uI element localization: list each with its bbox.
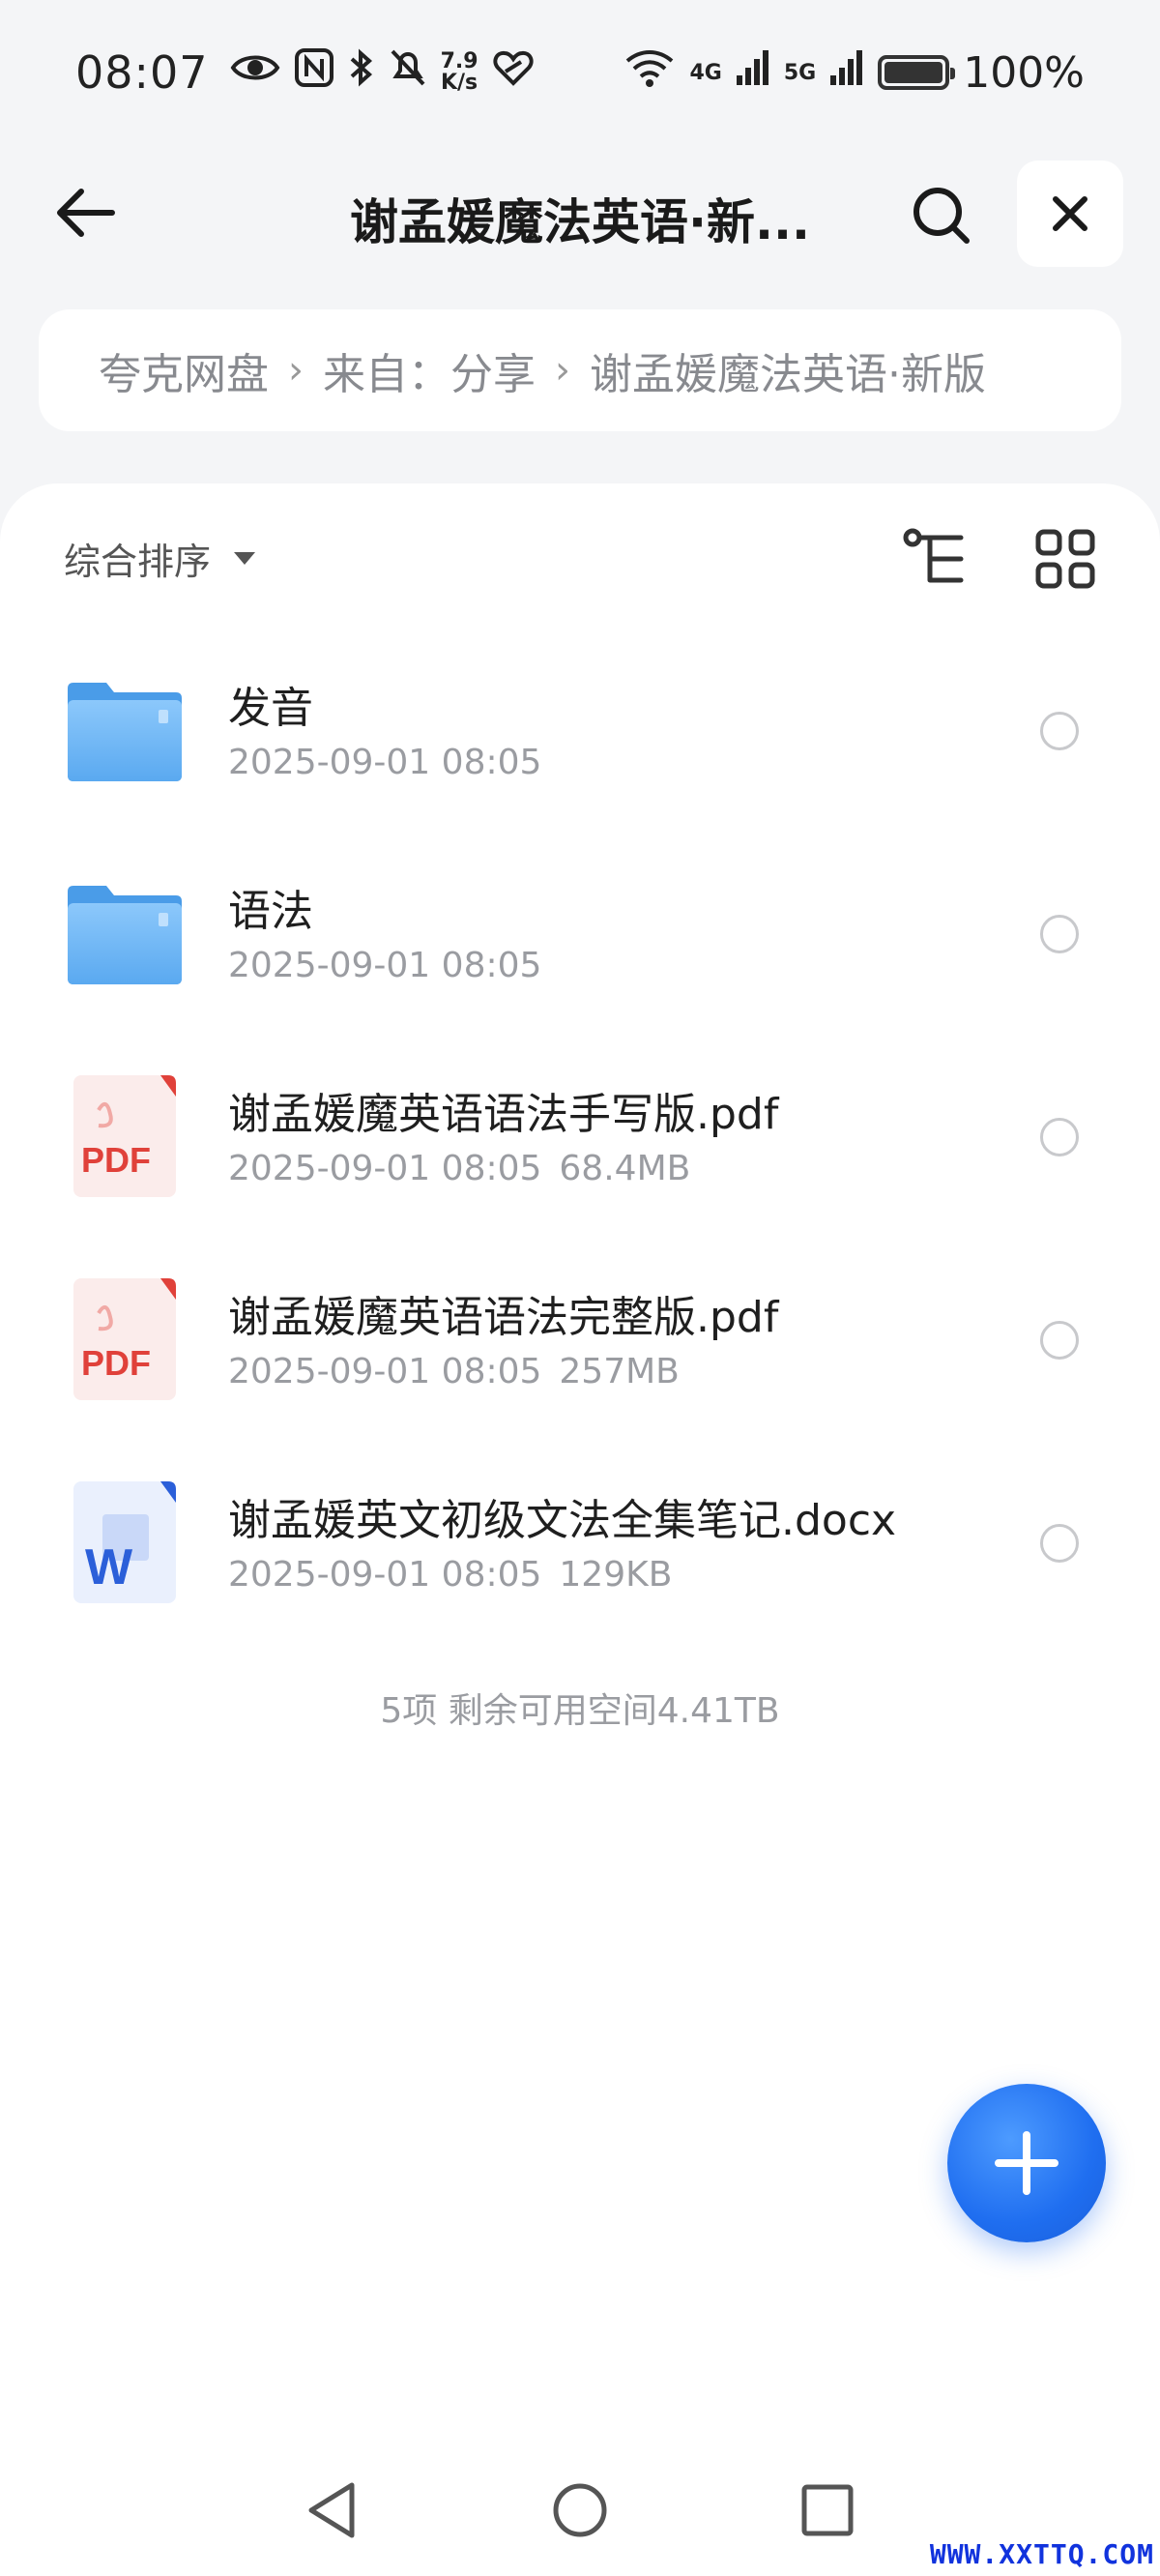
file-meta: 2025-09-01 08:05 257MB — [228, 1352, 680, 1391]
list-item[interactable]: W 谢孟媛英文初级文法全集笔记.docx 2025-09-01 08:05 12… — [0, 1441, 1160, 1644]
wifi-icon — [624, 47, 676, 99]
arrow-left-icon — [57, 189, 115, 237]
list-item[interactable]: PDF 谢孟媛魔英语语法完整版.pdf 2025-09-01 08:05 257… — [0, 1238, 1160, 1441]
grid-icon — [1035, 529, 1095, 589]
file-meta: 2025-09-01 08:05 68.4MB — [228, 1149, 690, 1188]
select-checkbox[interactable] — [1040, 1321, 1079, 1360]
breadcrumb: 夸克网盘 › 来自：分享 › 谢孟媛魔法英语·新版 — [39, 309, 1121, 431]
breadcrumb-item-share[interactable]: 来自：分享 — [323, 339, 536, 401]
file-name: 发音 — [228, 684, 313, 733]
breadcrumb-separator: › — [555, 348, 570, 393]
sort-button[interactable]: 综合排序 — [64, 532, 256, 584]
triangle-back-icon — [308, 2482, 355, 2538]
file-panel: 综合排序 发音 2025-09-01 08:05 语法 2025-09-01 0… — [0, 483, 1160, 2576]
file-date: 2025-09-01 08:05 — [228, 1149, 542, 1188]
watermark-text: WWW.XXTTQ.COM — [929, 2538, 1154, 2570]
nav-recents-button[interactable] — [798, 2479, 856, 2541]
nav-back-button[interactable] — [304, 2479, 362, 2541]
nfc-icon — [294, 47, 334, 99]
file-name: 语法 — [228, 887, 313, 936]
battery-percent: 100% — [963, 47, 1085, 98]
network-4g-label: 4G — [689, 60, 722, 85]
speed-unit: K/s — [440, 71, 478, 95]
close-icon — [1053, 196, 1088, 231]
battery-fill — [884, 62, 943, 83]
pdf-file-icon: PDF — [64, 1278, 186, 1400]
select-checkbox[interactable] — [1040, 712, 1079, 750]
file-name: 谢孟媛魔英语语法手写版.pdf — [228, 1090, 779, 1139]
square-recents-icon — [801, 2484, 854, 2536]
page-title: 谢孟媛魔法英语·新... — [350, 194, 810, 250]
eye-icon — [230, 48, 280, 98]
network-speed: 7.9 K/s — [441, 51, 478, 94]
list-item[interactable]: 语法 2025-09-01 08:05 — [0, 832, 1160, 1035]
pdf-icon-label: PDF — [81, 1140, 151, 1180]
file-meta: 2025-09-01 08:05 129KB — [228, 1555, 672, 1595]
header: 谢孟媛魔法英语·新... — [0, 155, 1160, 271]
nav-home-button[interactable] — [551, 2479, 609, 2541]
breadcrumb-item-current: 谢孟媛魔法英语·新版 — [590, 350, 986, 399]
file-name: 谢孟媛魔英语语法完整版.pdf — [228, 1293, 779, 1342]
folder-icon — [64, 872, 186, 994]
file-meta: 2025-09-01 08:05 — [228, 946, 541, 985]
word-file-icon: W — [64, 1481, 186, 1603]
breadcrumb-separator: › — [288, 348, 304, 393]
file-date: 2025-09-01 08:05 — [228, 946, 542, 985]
file-meta: 2025-09-01 08:05 — [228, 743, 541, 782]
circle-home-icon — [553, 2483, 607, 2537]
signal-4g-icon — [736, 48, 770, 98]
tree-view-button[interactable] — [903, 528, 971, 590]
file-size: 129KB — [559, 1555, 673, 1595]
grid-view-button[interactable] — [1034, 528, 1096, 590]
file-list: 发音 2025-09-01 08:05 语法 2025-09-01 08:05 — [0, 629, 1160, 1644]
pdf-icon-label: PDF — [81, 1343, 151, 1383]
status-right: 4G 5G 100% — [624, 47, 1085, 99]
close-button[interactable] — [1017, 161, 1123, 267]
breadcrumb-item-root[interactable]: 夸克网盘 — [99, 339, 269, 401]
sort-label: 综合排序 — [64, 540, 212, 583]
add-button[interactable] — [947, 2084, 1106, 2242]
word-icon-label: W — [85, 1539, 133, 1595]
select-checkbox[interactable] — [1040, 1118, 1079, 1156]
back-button[interactable] — [48, 182, 122, 244]
file-date: 2025-09-01 08:05 — [228, 1555, 542, 1595]
storage-summary: 5项 剩余可用空间4.41TB — [380, 1691, 780, 1731]
plus-icon — [995, 2131, 1058, 2195]
file-name: 谢孟媛英文初级文法全集笔记.docx — [228, 1496, 897, 1545]
file-date: 2025-09-01 08:05 — [228, 1352, 542, 1391]
status-bar: 08:07 7.9 K/s 4G 5G 100% — [0, 0, 1160, 145]
file-size: 257MB — [559, 1352, 680, 1391]
list-item[interactable]: PDF 谢孟媛魔英语语法手写版.pdf 2025-09-01 08:05 68.… — [0, 1035, 1160, 1238]
status-time: 08:07 — [75, 46, 209, 99]
bluetooth-icon — [348, 47, 375, 99]
speed-value: 7.9 — [440, 49, 478, 73]
heart-icon — [492, 48, 535, 98]
bell-muted-icon — [389, 47, 427, 99]
pdf-file-icon: PDF — [64, 1075, 186, 1197]
file-date: 2025-09-01 08:05 — [228, 743, 542, 782]
list-toolbar: 综合排序 — [0, 483, 1160, 629]
file-size: 68.4MB — [559, 1149, 691, 1188]
tree-structure-icon — [903, 528, 964, 583]
search-icon — [914, 188, 970, 244]
search-button[interactable] — [904, 178, 977, 251]
status-left: 08:07 7.9 K/s — [75, 46, 535, 99]
network-5g-label: 5G — [783, 60, 817, 85]
caret-down-icon — [234, 551, 256, 565]
battery-icon — [878, 55, 956, 90]
select-checkbox[interactable] — [1040, 915, 1079, 953]
select-checkbox[interactable] — [1040, 1524, 1079, 1563]
folder-icon — [64, 669, 186, 791]
signal-5g-icon — [829, 48, 864, 98]
list-item[interactable]: 发音 2025-09-01 08:05 — [0, 629, 1160, 832]
